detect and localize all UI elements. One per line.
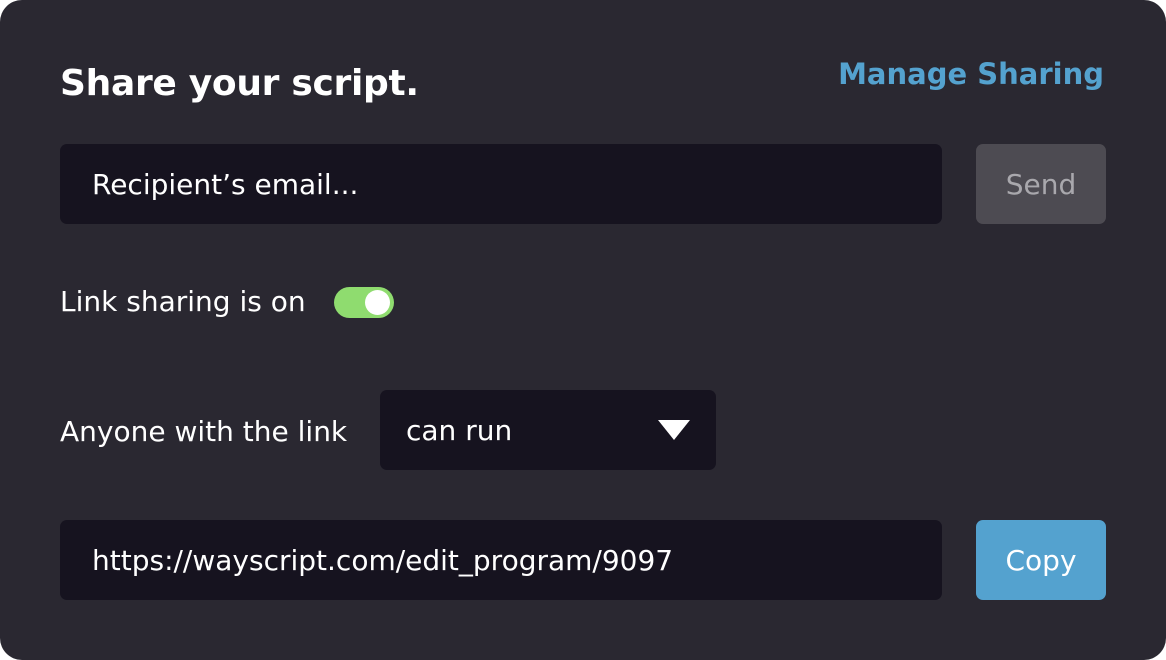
- toggle-knob: [364, 289, 390, 315]
- recipient-email-input[interactable]: [92, 167, 910, 201]
- email-field-container[interactable]: [60, 144, 942, 224]
- share-dialog: Share your script. Manage Sharing Send L…: [0, 0, 1166, 660]
- link-sharing-toggle[interactable]: [333, 286, 394, 318]
- permission-select[interactable]: can run: [380, 390, 716, 470]
- permission-selected-value: can run: [406, 413, 513, 447]
- link-sharing-label: Link sharing is on: [60, 285, 306, 318]
- link-sharing-row: Link sharing is on: [60, 282, 394, 322]
- share-link-field[interactable]: [60, 520, 942, 600]
- copy-button[interactable]: Copy: [976, 520, 1106, 600]
- share-link-input[interactable]: [92, 543, 910, 577]
- manage-sharing-link[interactable]: Manage Sharing: [838, 54, 1104, 94]
- caret-down-icon: [658, 420, 690, 440]
- send-button[interactable]: Send: [976, 144, 1106, 224]
- dialog-title: Share your script.: [60, 63, 419, 104]
- permission-label: Anyone with the link: [60, 415, 348, 448]
